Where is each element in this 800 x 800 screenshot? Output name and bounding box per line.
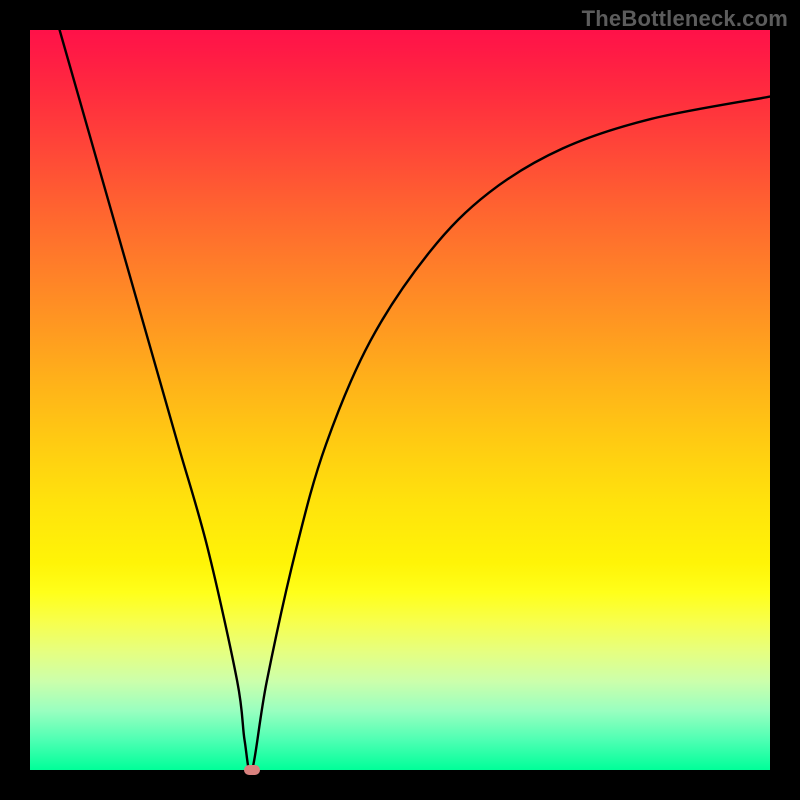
watermark-text: TheBottleneck.com <box>582 6 788 32</box>
bottleneck-curve <box>60 30 770 772</box>
plot-area <box>30 30 770 770</box>
chart-frame: TheBottleneck.com <box>0 0 800 800</box>
minimum-marker <box>244 765 260 775</box>
curve-svg <box>30 30 770 770</box>
